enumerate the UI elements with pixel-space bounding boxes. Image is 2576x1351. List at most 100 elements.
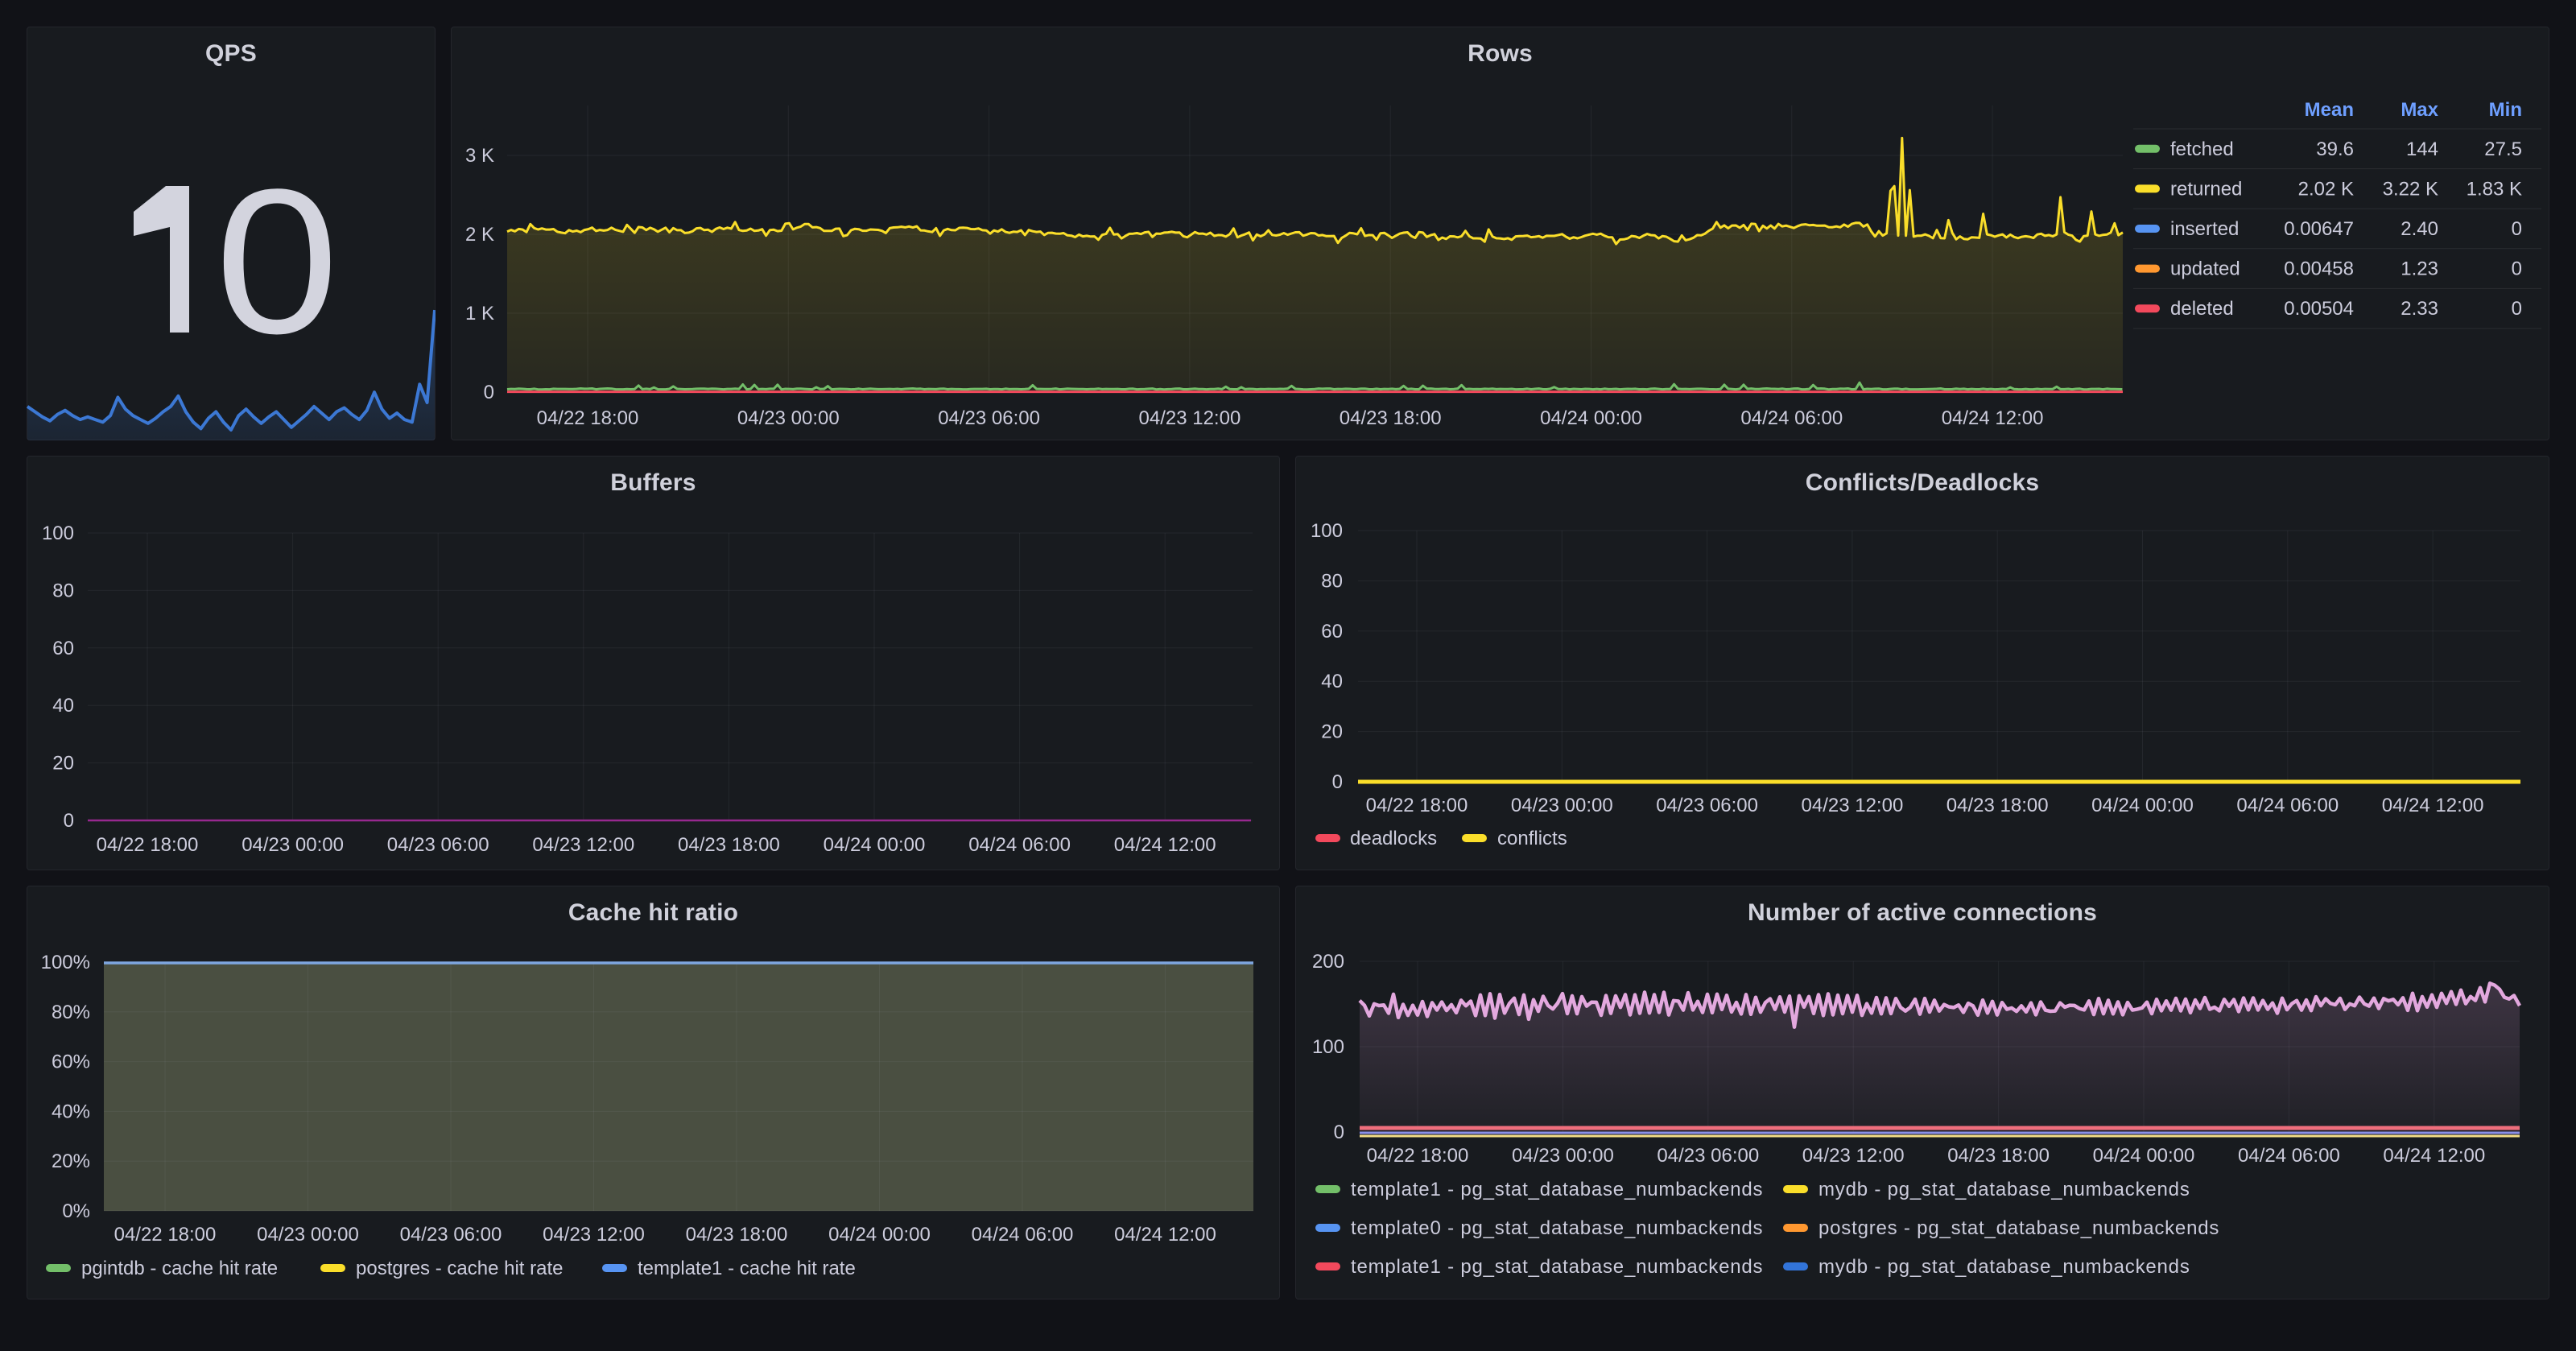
svg-text:04/24 06:00: 04/24 06:00	[2236, 795, 2339, 816]
svg-text:39.6: 39.6	[2316, 138, 2354, 160]
svg-text:40%: 40%	[52, 1101, 90, 1122]
svg-text:04/23 12:00: 04/23 12:00	[1139, 407, 1241, 429]
svg-text:04/23 18:00: 04/23 18:00	[678, 834, 780, 856]
svg-text:20%: 20%	[52, 1151, 90, 1172]
svg-text:3 K: 3 K	[465, 145, 494, 167]
svg-text:conflicts: conflicts	[1497, 828, 1567, 849]
svg-text:2.33: 2.33	[2401, 298, 2438, 320]
svg-text:2 K: 2 K	[465, 224, 494, 246]
svg-text:1.23: 1.23	[2401, 258, 2438, 280]
svg-text:04/23 06:00: 04/23 06:00	[387, 834, 489, 856]
svg-text:0: 0	[2512, 298, 2522, 320]
svg-text:60%: 60%	[52, 1051, 90, 1073]
svg-text:0: 0	[484, 382, 494, 403]
svg-text:updated: updated	[2170, 258, 2240, 280]
svg-text:04/23 12:00: 04/23 12:00	[1802, 1145, 1905, 1167]
svg-text:04/24 00:00: 04/24 00:00	[824, 834, 926, 856]
svg-text:Mean: Mean	[2305, 99, 2354, 121]
svg-text:04/22 18:00: 04/22 18:00	[114, 1224, 217, 1246]
svg-text:04/23 18:00: 04/23 18:00	[686, 1224, 788, 1246]
svg-text:04/24 00:00: 04/24 00:00	[1540, 407, 1642, 429]
svg-text:04/23 00:00: 04/23 00:00	[242, 834, 344, 856]
svg-text:100%: 100%	[41, 952, 90, 973]
svg-text:template0 - pg_stat_database_n: template0 - pg_stat_database_numbackends	[1351, 1217, 1763, 1239]
svg-text:04/23 00:00: 04/23 00:00	[737, 407, 840, 429]
svg-text:04/23 18:00: 04/23 18:00	[1947, 1145, 2050, 1167]
svg-text:2.02 K: 2.02 K	[2298, 178, 2354, 200]
svg-text:04/23 12:00: 04/23 12:00	[543, 1224, 645, 1246]
svg-text:04/23 00:00: 04/23 00:00	[1512, 1145, 1614, 1167]
svg-text:0: 0	[1334, 1122, 1344, 1143]
svg-text:04/24 00:00: 04/24 00:00	[2093, 1145, 2195, 1167]
svg-text:27.5: 27.5	[2484, 138, 2522, 160]
svg-text:template1 - pg_stat_database_n: template1 - pg_stat_database_numbackends	[1351, 1179, 1763, 1200]
svg-text:80: 80	[52, 580, 74, 601]
svg-text:20: 20	[52, 753, 74, 775]
svg-text:04/23 18:00: 04/23 18:00	[1340, 407, 1442, 429]
svg-text:deleted: deleted	[2170, 298, 2234, 320]
svg-text:04/23 12:00: 04/23 12:00	[532, 834, 634, 856]
svg-text:04/23 18:00: 04/23 18:00	[1946, 795, 2049, 816]
svg-text:80: 80	[1321, 570, 1343, 592]
svg-text:04/24 00:00: 04/24 00:00	[828, 1224, 931, 1246]
svg-text:80%: 80%	[52, 1002, 90, 1023]
svg-text:04/24 12:00: 04/24 12:00	[1114, 1224, 1216, 1246]
svg-text:04/23 06:00: 04/23 06:00	[1656, 795, 1758, 816]
svg-text:0: 0	[215, 147, 339, 376]
svg-text:04/23 00:00: 04/23 00:00	[257, 1224, 359, 1246]
svg-text:0: 0	[64, 810, 74, 832]
svg-text:40: 40	[1321, 671, 1343, 692]
svg-text:100: 100	[1311, 520, 1343, 542]
svg-text:04/23 12:00: 04/23 12:00	[1802, 795, 1904, 816]
svg-text:fetched: fetched	[2170, 138, 2234, 160]
svg-text:04/22 18:00: 04/22 18:00	[97, 834, 199, 856]
svg-text:40: 40	[52, 695, 74, 717]
svg-text:0%: 0%	[62, 1200, 90, 1222]
svg-text:04/24 12:00: 04/24 12:00	[2382, 795, 2484, 816]
svg-text:3.22 K: 3.22 K	[2383, 178, 2438, 200]
svg-text:04/24 06:00: 04/24 06:00	[972, 1224, 1074, 1246]
svg-text:04/24 06:00: 04/24 06:00	[968, 834, 1071, 856]
svg-text:inserted: inserted	[2170, 218, 2239, 240]
svg-text:Max: Max	[2401, 99, 2438, 121]
svg-text:deadlocks: deadlocks	[1350, 828, 1437, 849]
svg-text:04/24 12:00: 04/24 12:00	[1114, 834, 1216, 856]
svg-text:template1 - pg_stat_database_n: template1 - pg_stat_database_numbackends	[1351, 1256, 1763, 1278]
svg-text:Min: Min	[2489, 99, 2522, 121]
svg-text:100: 100	[42, 523, 74, 544]
svg-text:postgres - cache hit rate: postgres - cache hit rate	[356, 1258, 563, 1279]
svg-text:0: 0	[2512, 218, 2522, 240]
svg-text:0.00647: 0.00647	[2284, 218, 2354, 240]
svg-text:0: 0	[1332, 771, 1343, 793]
svg-text:100: 100	[1312, 1036, 1344, 1058]
svg-text:04/23 00:00: 04/23 00:00	[1511, 795, 1613, 816]
svg-text:04/24 06:00: 04/24 06:00	[1740, 407, 1843, 429]
svg-text:04/23 06:00: 04/23 06:00	[400, 1224, 502, 1246]
svg-text:pgintdb - cache hit rate: pgintdb - cache hit rate	[81, 1258, 278, 1279]
svg-text:template1 - cache hit rate: template1 - cache hit rate	[638, 1258, 856, 1279]
svg-text:0.00458: 0.00458	[2284, 258, 2354, 280]
svg-text:mydb - pg_stat_database_numbac: mydb - pg_stat_database_numbackends	[1818, 1179, 2190, 1200]
svg-text:0: 0	[2512, 258, 2522, 280]
svg-text:04/22 18:00: 04/22 18:00	[1367, 1145, 1469, 1167]
svg-text:04/22 18:00: 04/22 18:00	[537, 407, 639, 429]
svg-text:04/23 06:00: 04/23 06:00	[938, 407, 1040, 429]
svg-text:04/23 06:00: 04/23 06:00	[1657, 1145, 1759, 1167]
svg-text:04/22 18:00: 04/22 18:00	[1366, 795, 1468, 816]
svg-text:1 K: 1 K	[465, 303, 494, 324]
svg-text:04/24 06:00: 04/24 06:00	[2238, 1145, 2340, 1167]
svg-text:200: 200	[1312, 951, 1344, 973]
svg-text:144: 144	[2406, 138, 2438, 160]
svg-text:04/24 12:00: 04/24 12:00	[2383, 1145, 2485, 1167]
svg-text:04/24 12:00: 04/24 12:00	[1942, 407, 2044, 429]
svg-text:2.40: 2.40	[2401, 218, 2438, 240]
svg-text:60: 60	[52, 638, 74, 659]
svg-text:postgres - pg_stat_database_nu: postgres - pg_stat_database_numbackends	[1818, 1217, 2219, 1239]
svg-text:returned: returned	[2170, 178, 2242, 200]
svg-text:mydb - pg_stat_database_numbac: mydb - pg_stat_database_numbackends	[1818, 1256, 2190, 1278]
svg-text:04/24 00:00: 04/24 00:00	[2091, 795, 2194, 816]
svg-text:1.83 K: 1.83 K	[2467, 178, 2522, 200]
svg-text:20: 20	[1321, 721, 1343, 743]
svg-text:60: 60	[1321, 621, 1343, 642]
svg-text:0.00504: 0.00504	[2284, 298, 2354, 320]
